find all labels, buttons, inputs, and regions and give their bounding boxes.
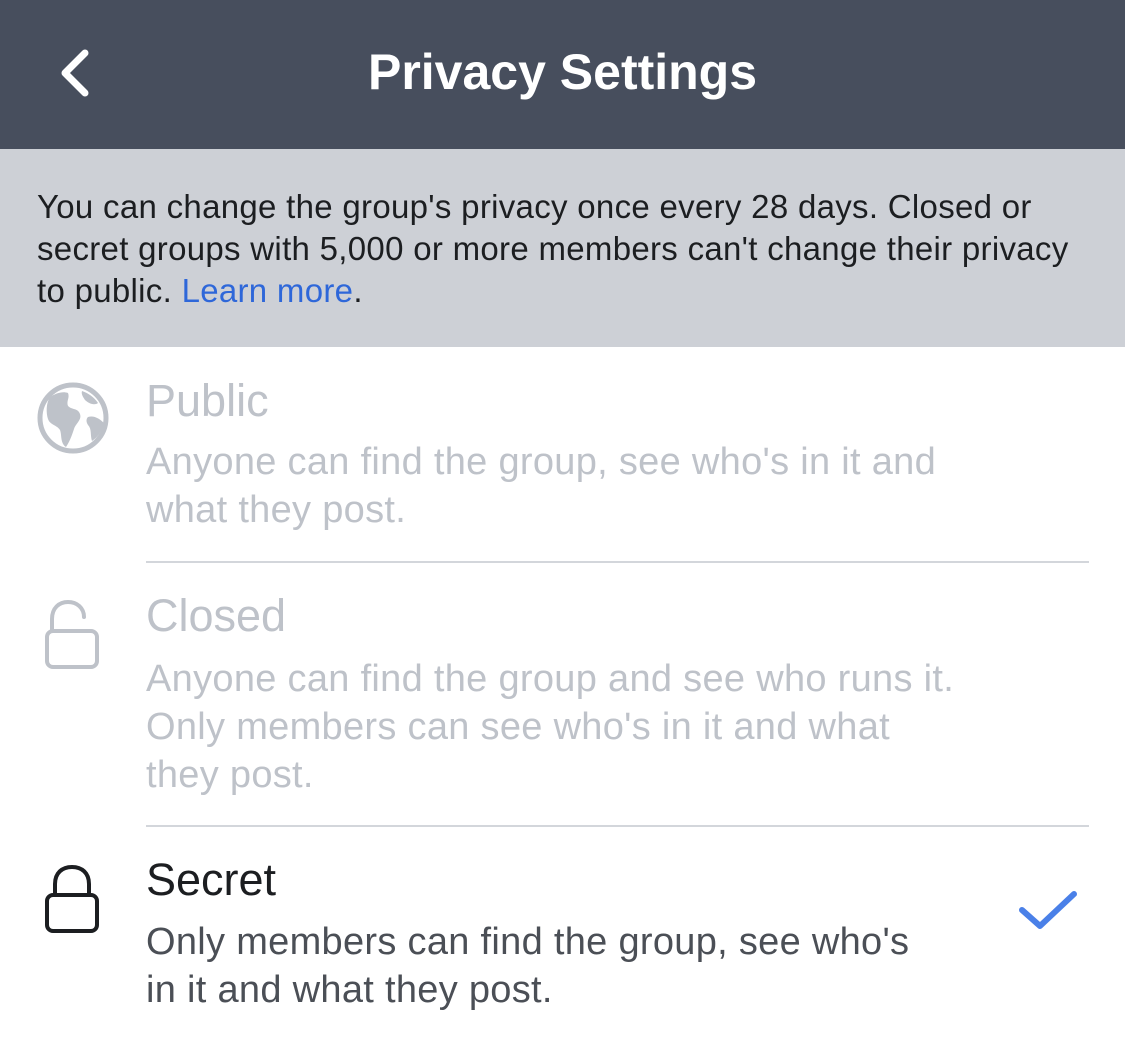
unlocked-padlock-icon xyxy=(45,599,99,669)
globe-icon xyxy=(37,382,109,454)
checkmark-icon xyxy=(1019,891,1077,929)
privacy-option-secret[interactable]: Secret Only members can find the group, … xyxy=(0,827,1125,1038)
option-title-secret: Secret xyxy=(146,854,277,905)
option-desc-closed: Anyone can find the group and see who ru… xyxy=(146,658,955,796)
option-desc-secret: Only members can find the group, see who… xyxy=(146,921,910,1011)
option-title-closed: Closed xyxy=(146,590,287,641)
option-desc-public: Anyone can find the group, see who's in … xyxy=(146,441,937,531)
locked-padlock-icon xyxy=(45,864,99,933)
learn-more-link[interactable]: Learn more xyxy=(182,272,354,309)
privacy-notice: You can change the group's privacy once … xyxy=(0,149,1125,347)
privacy-option-closed: Closed Anyone can find the group and see… xyxy=(0,563,1125,826)
notice-trailing: . xyxy=(353,272,363,309)
nav-header: Privacy Settings xyxy=(0,0,1125,149)
page-title: Privacy Settings xyxy=(367,44,758,100)
privacy-option-public: Public Anyone can find the group, see wh… xyxy=(0,347,1125,563)
option-title-public: Public xyxy=(146,375,269,426)
